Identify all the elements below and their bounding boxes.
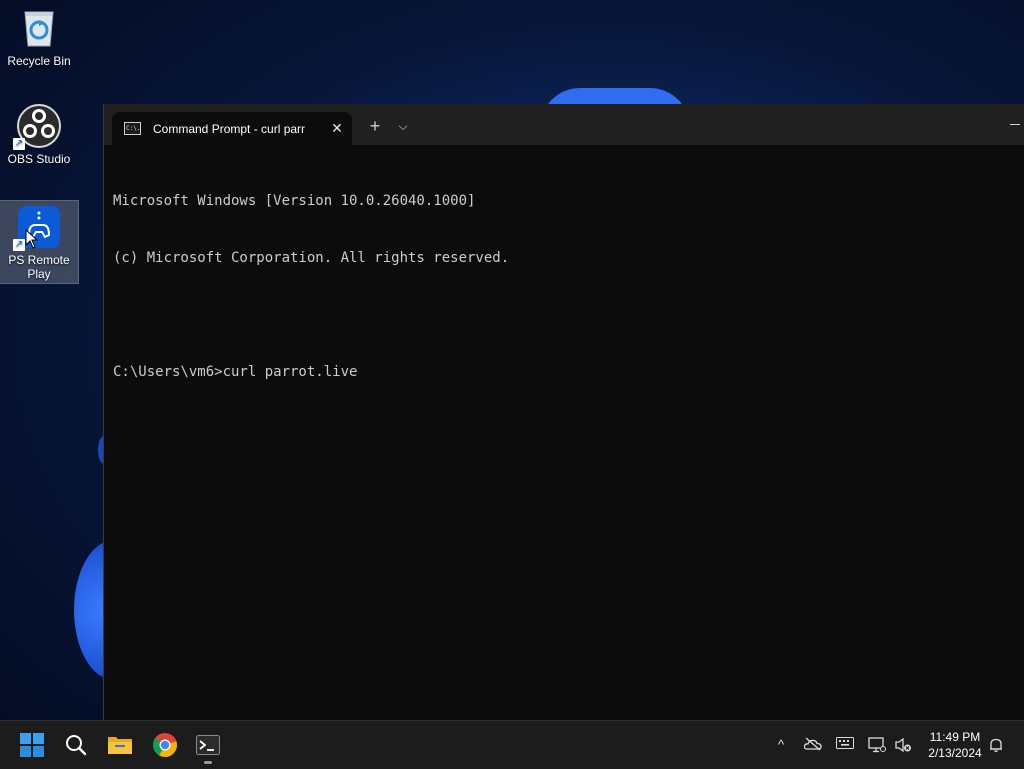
clock-time: 11:49 PM (929, 730, 981, 744)
console-line: C:\Users\vm6>curl parrot.live (113, 364, 358, 380)
desktop-icon-obs-studio[interactable]: ↗ OBS Studio (0, 104, 78, 166)
desktop-icon-label: OBS Studio (7, 152, 71, 166)
tab-title: Command Prompt - curl parr (153, 121, 306, 136)
terminal-icon (196, 735, 220, 755)
file-explorer-icon (108, 737, 132, 754)
start-icon (20, 733, 44, 757)
terminal-window[interactable]: C:\. Command Prompt - curl parr ✕ + ⌵ Mi… (103, 104, 1024, 720)
search-button[interactable] (60, 729, 92, 761)
ps-remote-play-icon: ↗ (13, 205, 61, 251)
volume-muted-icon[interactable] (894, 737, 912, 753)
chrome-button[interactable] (149, 729, 181, 761)
show-hidden-icons-chevron-icon[interactable]: ^ (772, 737, 790, 753)
desktop-icon-label: PS Remote Play (8, 253, 70, 281)
file-explorer-button[interactable] (104, 729, 136, 761)
shortcut-arrow-icon: ↗ (13, 239, 25, 251)
keyboard-icon[interactable] (836, 737, 854, 753)
taskbar: ^ 11:49 PM 2/13/2024 (0, 720, 1024, 769)
title-bar[interactable]: C:\. Command Prompt - curl parr ✕ + ⌵ (104, 104, 1024, 145)
console-line: (c) Microsoft Corporation. All rights re… (113, 250, 510, 266)
clock-date: 2/13/2024 (928, 746, 982, 760)
recycle-bin-icon (17, 6, 61, 50)
chrome-icon (153, 733, 177, 757)
close-tab-icon[interactable]: ✕ (329, 120, 345, 137)
onedrive-icon[interactable] (803, 737, 822, 753)
tab-dropdown-button[interactable]: ⌵ (396, 117, 410, 135)
mouse-cursor-icon (25, 229, 39, 249)
terminal-button[interactable] (192, 729, 224, 761)
search-icon (66, 735, 87, 756)
shortcut-arrow-icon: ↗ (13, 138, 25, 150)
desktop-icon-ps-remote-play[interactable]: ↗ PS Remote Play (0, 200, 79, 284)
obs-studio-icon: ↗ (13, 104, 61, 150)
console-line: Microsoft Windows [Version 10.0.26040.10… (113, 193, 476, 209)
running-indicator (204, 761, 212, 764)
command-prompt-icon: C:\. (124, 122, 141, 135)
new-tab-button[interactable]: + (366, 117, 384, 135)
notifications-bell-icon[interactable] (987, 737, 1005, 753)
console-output[interactable]: Microsoft Windows [Version 10.0.26040.10… (113, 154, 1013, 420)
desktop-icon-label: Recycle Bin (7, 54, 71, 68)
tab-command-prompt[interactable]: C:\. Command Prompt - curl parr ✕ (112, 112, 352, 145)
minimize-button[interactable] (1010, 124, 1020, 125)
network-icon[interactable] (868, 737, 886, 753)
start-button[interactable] (16, 729, 48, 761)
clock[interactable]: 11:49 PM 2/13/2024 (920, 729, 990, 761)
desktop-icon-recycle-bin[interactable]: Recycle Bin (0, 6, 78, 68)
